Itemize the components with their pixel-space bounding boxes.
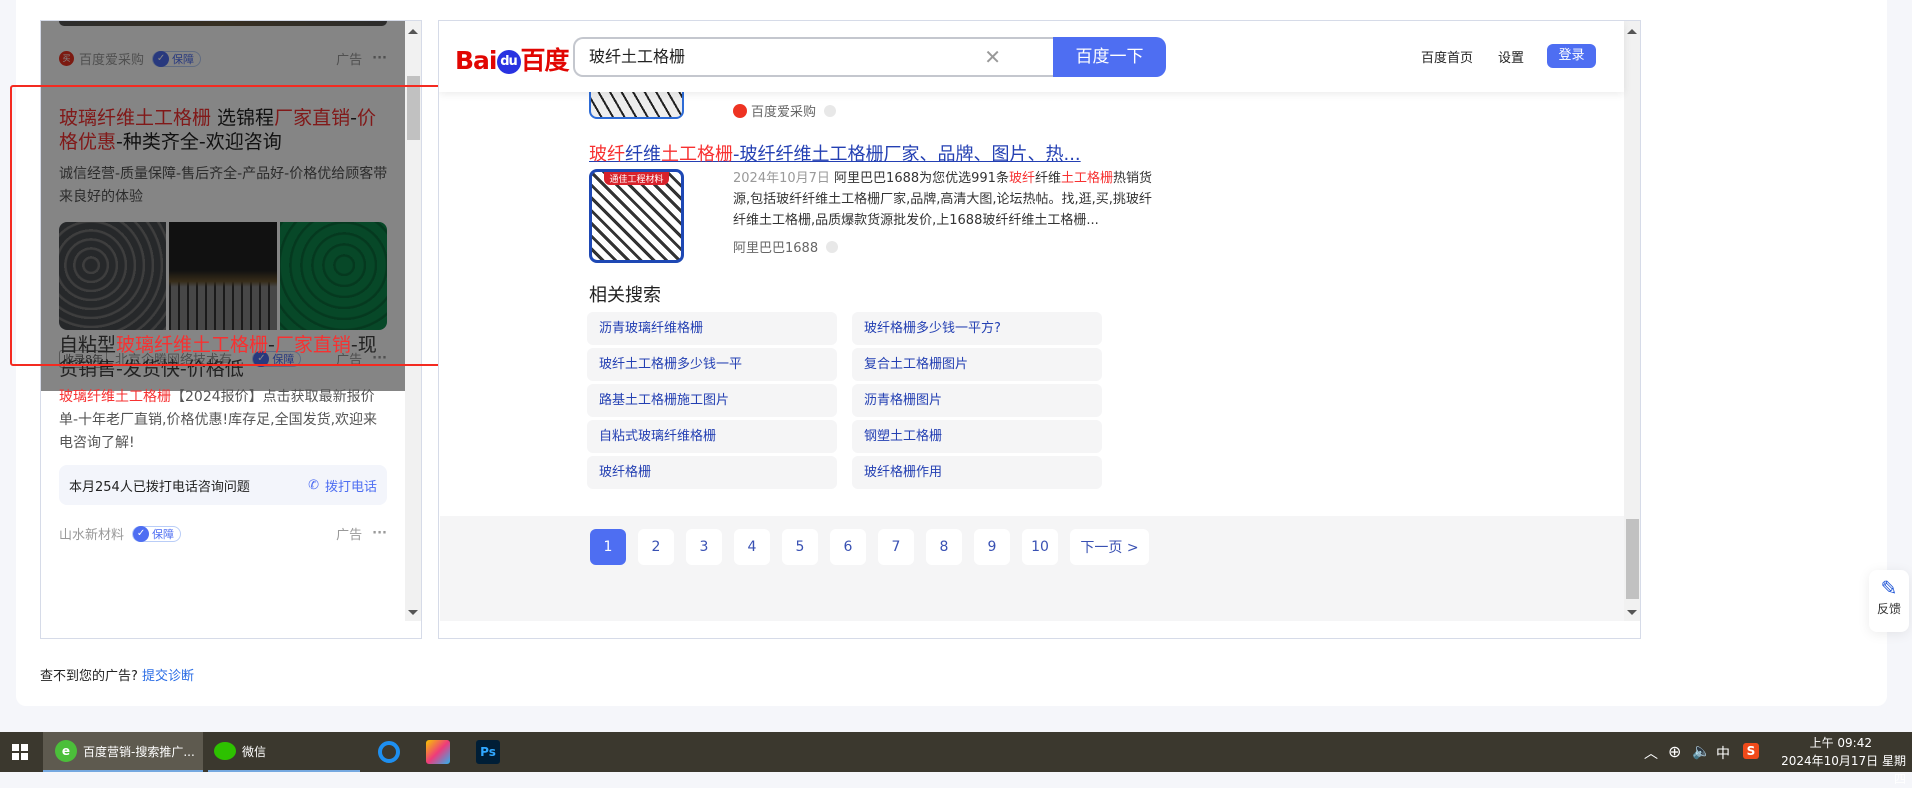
pen-icon: ✎ (1880, 576, 1898, 600)
baidu-preview-panel: Bai du 百度 玻纤土工格栅 ✕ 百度一下 百度首页 设置 登录 百度爱采购 玻… (438, 20, 1641, 639)
wechat-icon (214, 742, 236, 760)
page-button[interactable]: 8 (926, 529, 962, 565)
page-button[interactable]: 4 (734, 529, 770, 565)
ad-source: 山水新材料 (59, 528, 125, 543)
page-button[interactable]: 2 (638, 529, 674, 565)
call-box: 本月254人已拨打电话咨询问题 ✆ 拨打电话 (59, 465, 387, 505)
ad-label: 广告 (336, 528, 363, 543)
result2-image[interactable]: 通佳工程材料 (589, 169, 684, 263)
related-search-item[interactable]: 玻纤格栅作用 (852, 456, 1102, 489)
baidu-logo[interactable]: Bai du 百度 (455, 41, 570, 77)
related-search-item[interactable]: 沥青玻璃纤维格栅 (587, 312, 837, 345)
dropdown-icon[interactable] (826, 240, 839, 253)
submit-diagnosis-link[interactable]: 提交诊断 (142, 669, 194, 684)
related-searches: 沥青玻璃纤维格栅 玻纤格栅多少钱一平方? 玻纤土工格栅多少钱一平 复合土工格栅图片 路基… (587, 312, 1102, 489)
text: 纤维 (1034, 171, 1061, 186)
guarantee-badge: ✓ 保障 (132, 525, 182, 542)
more-icon[interactable]: ··· (372, 526, 387, 541)
related-search-item[interactable]: 自粘式玻璃纤维格栅 (587, 420, 837, 453)
related-search-item[interactable]: 沥青格栅图片 (852, 384, 1102, 417)
taskbar-app-browser[interactable]: e 百度营销-搜索推广... (43, 732, 203, 772)
check-icon: ✓ (133, 525, 150, 542)
page-button[interactable]: 6 (830, 529, 866, 565)
related-search-item[interactable]: 玻纤格栅多少钱一平方? (852, 312, 1102, 345)
windows-start-icon[interactable] (12, 744, 28, 760)
feedback-button[interactable]: ✎ 反馈 (1869, 570, 1909, 632)
nav-settings[interactable]: 设置 (1498, 47, 1524, 66)
related-search-item[interactable]: 路基土工格栅施工图片 (587, 384, 837, 417)
highlight-text: 土工格栅 (661, 144, 733, 165)
network-icon[interactable]: ⊕ (1668, 742, 1681, 761)
result2-title[interactable]: 玻纤纤维土工格栅-玻纤纤维土工格栅厂家、品牌、图片、热... (589, 140, 1081, 166)
search-app-icon[interactable] (378, 741, 400, 763)
related-search-item[interactable]: 玻纤土工格栅多少钱一平 (587, 348, 837, 381)
related-search-item[interactable]: 钢塑土工格栅 (852, 420, 1102, 453)
scroll-down-icon[interactable] (1627, 610, 1637, 615)
scroll-thumb[interactable] (1626, 519, 1639, 599)
call-button[interactable]: ✆ 拨打电话 (308, 476, 377, 495)
bottom-help: 查不到您的广告? 提交诊断 (40, 669, 195, 684)
result2-source: 阿里巴巴1688 (733, 237, 839, 256)
tray-expand-icon[interactable]: ︿ (1644, 743, 1658, 763)
result1-source: 百度爱采购 (733, 101, 837, 120)
call-info: 本月254人已拨打电话咨询问题 (69, 479, 250, 495)
text: 纤维 (625, 144, 661, 165)
page-button[interactable]: 10 (1022, 529, 1058, 565)
photoshop-icon[interactable]: Ps (476, 740, 500, 764)
sogou-icon[interactable]: S (1743, 743, 1759, 759)
text: 阿里巴巴1688为您优选991条 (834, 171, 1009, 186)
ad3-desc: 玻璃纤维土工格栅【2024报价】点击获取最新报价单-十年老厂直销,价格优惠!库存… (59, 389, 378, 451)
result2-desc: 2024年10月7日 阿里巴巴1688为您优选991条玻纤纤维土工格栅热销货源,… (733, 171, 1153, 228)
highlight-text: 玻纤 (1008, 171, 1035, 186)
page-button[interactable]: 5 (782, 529, 818, 565)
highlight-text: 玻纤 (589, 144, 625, 165)
related-search-item[interactable]: 玻纤格栅 (587, 456, 837, 489)
browser-icon: e (55, 740, 77, 762)
page-button[interactable]: 9 (974, 529, 1010, 565)
highlight-box (10, 85, 489, 366)
search-button[interactable]: 百度一下 (1053, 37, 1166, 77)
dropdown-icon[interactable] (824, 104, 837, 117)
aicaigou-icon (733, 103, 747, 118)
page-button[interactable]: 1 (590, 529, 626, 565)
page-button[interactable]: 7 (878, 529, 914, 565)
clock[interactable]: 上午 09:42 2024年10月17日 星期四 (1770, 734, 1906, 788)
next-page-button[interactable]: 下一页 > (1070, 529, 1149, 565)
nav-home[interactable]: 百度首页 (1421, 47, 1473, 66)
pagination: 1 2 3 4 5 6 7 8 9 10 下一页 > (590, 529, 1149, 565)
taskbar: e 百度营销-搜索推广... 微信 Ps ︿ ⊕ 🔈 中 S 上午 09:42 20… (0, 732, 1912, 786)
related-search-item[interactable]: 复合土工格栅图片 (852, 348, 1102, 381)
text: -玻纤纤维土工格栅厂家、品牌、图片、热... (733, 144, 1081, 165)
page-button[interactable]: 3 (686, 529, 722, 565)
scroll-up-icon[interactable] (408, 29, 418, 34)
volume-icon[interactable]: 🔈 (1692, 742, 1711, 760)
pagination-area: 1 2 3 4 5 6 7 8 9 10 下一页 > (440, 516, 1624, 621)
baidu-header: Bai du 百度 玻纤土工格栅 ✕ 百度一下 百度首页 设置 登录 (439, 21, 1624, 92)
related-title: 相关搜索 (589, 285, 661, 306)
ad3-footer: 山水新材料 ✓ 保障 广告 ··· (59, 524, 387, 543)
scrollbar[interactable] (1624, 21, 1640, 621)
phone-icon: ✆ (308, 477, 319, 493)
login-button[interactable]: 登录 (1547, 44, 1596, 68)
taskbar-app-wechat[interactable]: 微信 (208, 732, 360, 772)
highlight-text: 土工格栅 (1060, 171, 1113, 186)
ime-indicator[interactable]: 中 (1716, 743, 1730, 763)
scroll-up-icon[interactable] (1627, 29, 1637, 34)
scroll-down-icon[interactable] (408, 610, 418, 615)
search-input[interactable]: 玻纤土工格栅 ✕ (573, 37, 1053, 77)
clear-icon[interactable]: ✕ (984, 39, 1001, 75)
image-app-icon[interactable] (426, 740, 450, 764)
